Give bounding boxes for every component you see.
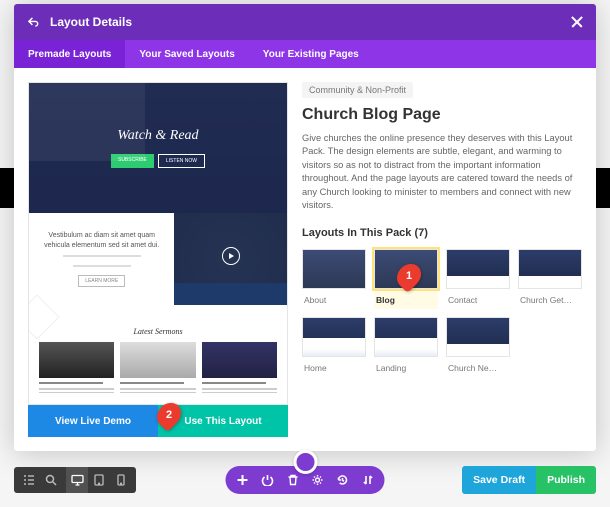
wireframe-view-icon[interactable]	[18, 467, 40, 493]
pack-count-label: Layouts In This Pack (7)	[302, 227, 582, 239]
builder-bottom-bar: Save Draft Publish	[14, 465, 596, 495]
tab-saved-layouts[interactable]: Your Saved Layouts	[125, 40, 248, 68]
tablet-view-icon[interactable]	[88, 467, 110, 493]
sort-icon[interactable]	[361, 473, 375, 487]
layout-title: Church Blog Page	[302, 106, 582, 124]
modal-tabs: Premade Layouts Your Saved Layouts Your …	[14, 40, 596, 68]
thumb-home[interactable]: Home	[302, 317, 366, 377]
power-icon[interactable]	[261, 473, 275, 487]
thumb-landing[interactable]: Landing	[374, 317, 438, 377]
phone-view-icon[interactable]	[110, 467, 132, 493]
callout-1: 1	[406, 270, 412, 282]
modal-header: Layout Details	[14, 4, 596, 40]
layout-thumbnails: About Blog Contact Church Get… Home Land…	[302, 249, 582, 377]
category-badge[interactable]: Community & Non-Profit	[302, 82, 413, 98]
back-icon[interactable]	[26, 15, 40, 29]
preview-sermons-label: Latest Sermons	[39, 327, 277, 336]
save-draft-button[interactable]: Save Draft	[462, 466, 536, 494]
details-column: Community & Non-Profit Church Blog Page …	[302, 82, 582, 437]
thumb-church-get[interactable]: Church Get…	[518, 249, 582, 309]
tab-existing-pages[interactable]: Your Existing Pages	[249, 40, 373, 68]
trash-icon[interactable]	[286, 473, 300, 487]
history-icon[interactable]	[336, 473, 350, 487]
preview-column: Watch & Read SUBSCRIBELISTEN NOW Vestibu…	[28, 82, 288, 437]
gear-icon[interactable]	[311, 473, 325, 487]
thumb-church-ne[interactable]: Church Ne…	[446, 317, 510, 377]
desktop-view-icon[interactable]	[66, 467, 88, 493]
thumb-contact[interactable]: Contact	[446, 249, 510, 309]
layout-preview: Watch & Read SUBSCRIBELISTEN NOW Vestibu…	[28, 82, 288, 405]
add-icon[interactable]	[236, 473, 250, 487]
tab-premade-layouts[interactable]: Premade Layouts	[14, 40, 125, 68]
layout-details-modal: Layout Details Premade Layouts Your Save…	[14, 4, 596, 451]
play-icon	[222, 247, 240, 265]
callout-2: 2	[166, 409, 172, 421]
close-icon[interactable]	[570, 15, 584, 29]
builder-center-toolbar	[226, 466, 385, 494]
zoom-view-icon[interactable]	[40, 467, 62, 493]
modal-title: Layout Details	[50, 15, 570, 29]
layout-description: Give churches the online presence they d…	[302, 132, 582, 213]
view-live-demo-button[interactable]: View Live Demo	[28, 405, 158, 437]
publish-button[interactable]: Publish	[536, 466, 596, 494]
toolbar-knob-icon[interactable]	[293, 450, 317, 474]
viewport-controls	[14, 467, 136, 493]
thumb-about[interactable]: About	[302, 249, 366, 309]
